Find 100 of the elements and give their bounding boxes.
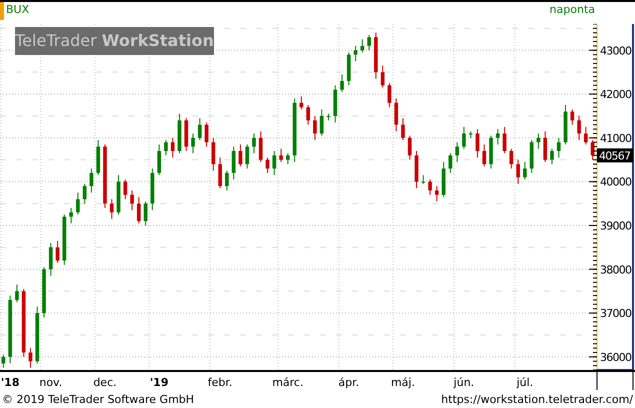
candle xyxy=(340,74,344,92)
x-axis-label: márc. xyxy=(272,376,304,389)
candle xyxy=(2,354,6,368)
candle xyxy=(434,185,439,202)
candle xyxy=(354,45,358,62)
candle xyxy=(394,98,398,132)
interval-label: naponta xyxy=(550,2,595,18)
candle xyxy=(401,118,405,140)
candle xyxy=(455,142,460,162)
candle xyxy=(414,150,418,189)
candle xyxy=(564,104,568,145)
candle xyxy=(69,207,73,224)
candle xyxy=(300,96,304,110)
candle xyxy=(116,174,120,215)
candle xyxy=(198,118,202,140)
candle xyxy=(388,82,392,108)
x-axis-label: júl. xyxy=(516,376,534,389)
candle xyxy=(590,139,594,160)
y-axis-label: 41000 xyxy=(600,132,632,145)
candle xyxy=(8,294,12,364)
candle xyxy=(90,168,94,193)
candle xyxy=(313,115,317,140)
x-axis-label: máj. xyxy=(390,376,415,389)
candle xyxy=(489,135,493,169)
candle xyxy=(577,115,581,140)
y-axis-label: 39000 xyxy=(600,219,632,232)
candle xyxy=(232,146,236,180)
candle xyxy=(367,34,371,51)
x-axis-label: dec. xyxy=(93,376,117,389)
website-url: https://workstation.teletrader.com/ xyxy=(441,392,633,406)
candle xyxy=(502,126,506,154)
candle xyxy=(360,38,364,53)
x-axis-label: jún. xyxy=(454,376,474,389)
candle xyxy=(516,159,520,184)
symbol-label: BUX xyxy=(0,2,30,20)
x-axis-label: ápr. xyxy=(338,376,360,389)
candle xyxy=(82,183,87,204)
y-axis-label: 38000 xyxy=(600,263,632,276)
candle xyxy=(462,126,466,150)
candle xyxy=(482,144,486,167)
candle xyxy=(279,148,283,162)
candle xyxy=(530,139,534,174)
candle xyxy=(584,126,588,145)
candle xyxy=(496,128,500,145)
candle xyxy=(136,196,141,224)
candle xyxy=(523,161,527,180)
candle xyxy=(442,161,446,198)
candle xyxy=(570,108,574,126)
candle xyxy=(56,240,60,264)
y-axis-label: 37000 xyxy=(600,306,632,320)
candle xyxy=(306,104,310,126)
candle xyxy=(130,190,134,211)
candle xyxy=(476,128,480,158)
candle xyxy=(468,130,473,138)
candle xyxy=(421,174,426,184)
candle xyxy=(184,118,188,152)
candle xyxy=(238,144,242,167)
candle xyxy=(110,198,114,220)
candle xyxy=(408,135,412,160)
candle xyxy=(103,144,107,208)
candle xyxy=(380,65,385,88)
candle xyxy=(543,130,548,162)
y-axis-label: 43000 xyxy=(600,44,632,58)
x-axis-label: '18 xyxy=(0,376,20,389)
candle xyxy=(536,132,540,150)
candle xyxy=(428,178,432,196)
candle xyxy=(292,98,296,162)
y-axis-label: 40000 xyxy=(600,176,632,189)
candle xyxy=(211,137,216,172)
x-axis-label: '19 xyxy=(150,376,168,389)
candle xyxy=(333,84,338,123)
candle xyxy=(170,137,175,158)
candle xyxy=(48,242,53,276)
candle xyxy=(286,152,290,165)
candle xyxy=(326,113,330,121)
candle xyxy=(258,130,263,162)
candle xyxy=(76,192,80,215)
candle xyxy=(96,139,100,176)
candle xyxy=(15,284,19,302)
candle xyxy=(448,152,452,174)
copyright-text: © 2019 TeleTrader Software GmbH xyxy=(2,392,194,406)
y-axis-label: 36000 xyxy=(600,350,632,364)
candle xyxy=(245,144,250,169)
candle xyxy=(164,139,168,156)
candle xyxy=(62,214,66,266)
candle xyxy=(556,137,561,158)
y-axis-label: 42000 xyxy=(600,88,632,101)
candle xyxy=(35,306,40,364)
candle xyxy=(266,156,270,174)
candle xyxy=(157,144,162,176)
x-axis-label: nov. xyxy=(39,376,62,389)
candle xyxy=(178,113,182,154)
logo: TeleTrader WorkStation xyxy=(15,27,214,55)
candle xyxy=(272,150,276,176)
candle xyxy=(191,132,195,154)
candle xyxy=(28,348,32,368)
candle xyxy=(346,52,351,86)
candle xyxy=(204,122,208,148)
candle xyxy=(320,108,324,136)
last-price-label: 40567 xyxy=(597,148,633,162)
